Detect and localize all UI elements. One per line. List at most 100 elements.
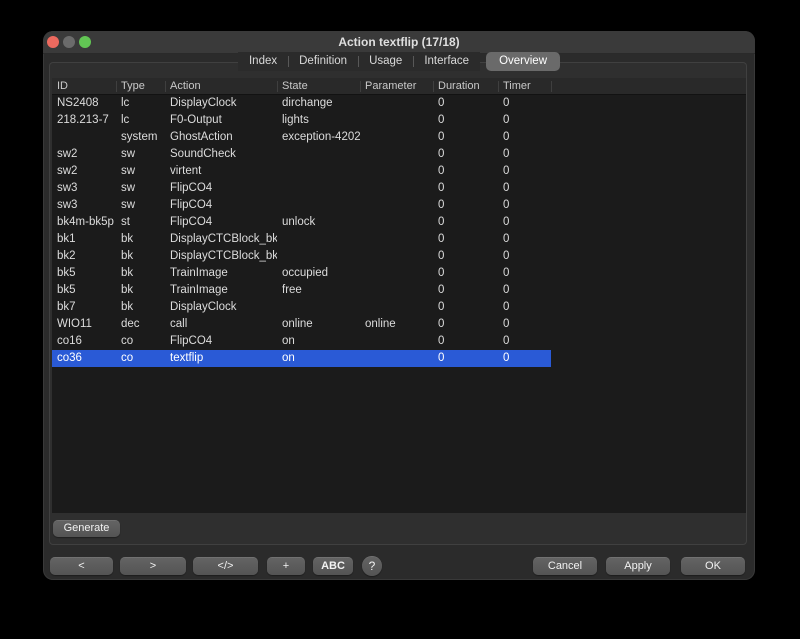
next-button[interactable]: > <box>120 557 186 575</box>
cell-duration: 0 <box>433 316 498 333</box>
cell-timer: 0 <box>498 350 551 367</box>
cell-parameter <box>360 333 433 350</box>
tab-definition[interactable]: Definition <box>288 52 358 71</box>
column-header-timer[interactable]: Timer <box>498 78 551 94</box>
cell-parameter <box>360 112 433 129</box>
table-row[interactable]: bk2bkDisplayCTCBlock_bk200 <box>52 248 746 265</box>
cell-parameter <box>360 197 433 214</box>
table-row[interactable]: sw2swSoundCheck00 <box>52 146 746 163</box>
table-header-row: IDTypeActionStateParameterDurationTimer <box>52 78 746 95</box>
cell-timer: 0 <box>498 197 551 214</box>
cell-timer: 0 <box>498 129 551 146</box>
cell-filler <box>551 180 746 197</box>
table-row[interactable]: bk4m-bk5pstFlipCO4unlock00 <box>52 214 746 231</box>
cell-filler <box>551 248 746 265</box>
table-row[interactable]: bk7bkDisplayClock00 <box>52 299 746 316</box>
cell-type: dec <box>116 316 165 333</box>
cell-filler <box>551 350 746 367</box>
cell-id: bk2 <box>52 248 116 265</box>
cell-id: co36 <box>52 350 116 367</box>
column-header-state[interactable]: State <box>277 78 360 94</box>
table-row[interactable]: bk5bkTrainImageoccupied00 <box>52 265 746 282</box>
table-row[interactable]: co36cotextflipon00 <box>52 350 746 367</box>
cell-action: DisplayCTCBlock_bk2 <box>165 248 277 265</box>
table-row[interactable]: bk1bkDisplayCTCBlock_bk100 <box>52 231 746 248</box>
cell-parameter: online <box>360 316 433 333</box>
cell-duration: 0 <box>433 95 498 112</box>
column-header-action[interactable]: Action <box>165 78 277 94</box>
cell-duration: 0 <box>433 231 498 248</box>
cell-duration: 0 <box>433 129 498 146</box>
cell-type: bk <box>116 282 165 299</box>
cell-filler <box>551 163 746 180</box>
cell-duration: 0 <box>433 282 498 299</box>
cell-id: NS2408 <box>52 95 116 112</box>
cell-id: bk5 <box>52 265 116 282</box>
tab-bar: Index Definition Usage Interface Overvie… <box>43 52 755 71</box>
code-button[interactable]: </> <box>193 557 258 575</box>
table-row[interactable]: NS2408lcDisplayClockdirchange00 <box>52 95 746 112</box>
cell-type: co <box>116 333 165 350</box>
previous-button[interactable]: < <box>50 557 113 575</box>
cell-type: bk <box>116 265 165 282</box>
cell-type: bk <box>116 248 165 265</box>
cell-state <box>277 197 360 214</box>
cell-parameter <box>360 231 433 248</box>
cell-type: system <box>116 129 165 146</box>
column-header-id[interactable]: ID <box>52 78 116 94</box>
table-row[interactable]: bk5bkTrainImagefree00 <box>52 282 746 299</box>
table-row[interactable]: sw3swFlipCO400 <box>52 197 746 214</box>
table-row[interactable]: co16coFlipCO4on00 <box>52 333 746 350</box>
cell-filler <box>551 214 746 231</box>
column-header-duration[interactable]: Duration <box>433 78 498 94</box>
table-row[interactable]: systemGhostActionexception-420200 <box>52 129 746 146</box>
table-row[interactable]: sw3swFlipCO400 <box>52 180 746 197</box>
cell-state <box>277 146 360 163</box>
cell-action: TrainImage <box>165 265 277 282</box>
cell-duration: 0 <box>433 146 498 163</box>
cell-timer: 0 <box>498 214 551 231</box>
cell-action: FlipCO4 <box>165 180 277 197</box>
column-header-type[interactable]: Type <box>116 78 165 94</box>
apply-button[interactable]: Apply <box>606 557 670 575</box>
tab-index[interactable]: Index <box>238 52 288 71</box>
add-button[interactable]: + <box>267 557 305 575</box>
cell-filler <box>551 282 746 299</box>
cell-parameter <box>360 299 433 316</box>
column-header-parameter[interactable]: Parameter <box>360 78 433 94</box>
cell-state: free <box>277 282 360 299</box>
cell-action: FlipCO4 <box>165 197 277 214</box>
table-row[interactable]: WIO11deccallonlineonline00 <box>52 316 746 333</box>
cell-action: DisplayClock <box>165 299 277 316</box>
cell-action: DisplayCTCBlock_bk1 <box>165 231 277 248</box>
tab-overview[interactable]: Overview <box>486 52 560 71</box>
generate-button[interactable]: Generate <box>53 520 120 537</box>
cell-id: sw3 <box>52 197 116 214</box>
table-row[interactable]: sw2swvirtent00 <box>52 163 746 180</box>
cell-parameter <box>360 350 433 367</box>
table-body: NS2408lcDisplayClockdirchange00218.213-7… <box>52 95 746 367</box>
cell-state: exception-4202 <box>277 129 360 146</box>
cell-state: occupied <box>277 265 360 282</box>
cell-duration: 0 <box>433 265 498 282</box>
cell-action: DisplayClock <box>165 95 277 112</box>
cell-id: sw3 <box>52 180 116 197</box>
cell-parameter <box>360 95 433 112</box>
cell-id: bk1 <box>52 231 116 248</box>
actions-table: IDTypeActionStateParameterDurationTimer … <box>52 78 746 513</box>
cell-id: bk4m-bk5p <box>52 214 116 231</box>
cancel-button[interactable]: Cancel <box>533 557 597 575</box>
ok-button[interactable]: OK <box>681 557 745 575</box>
cell-id: bk5 <box>52 282 116 299</box>
cell-state <box>277 231 360 248</box>
abc-button[interactable]: ABC <box>313 557 353 575</box>
tab-usage[interactable]: Usage <box>358 52 413 71</box>
help-button[interactable]: ? <box>362 556 382 576</box>
titlebar[interactable]: Action textflip (17/18) <box>43 31 755 54</box>
cell-filler <box>551 299 746 316</box>
cell-timer: 0 <box>498 112 551 129</box>
table-row[interactable]: 218.213-7lcF0-Outputlights00 <box>52 112 746 129</box>
cell-state <box>277 180 360 197</box>
tab-interface[interactable]: Interface <box>413 52 480 71</box>
cell-parameter <box>360 265 433 282</box>
